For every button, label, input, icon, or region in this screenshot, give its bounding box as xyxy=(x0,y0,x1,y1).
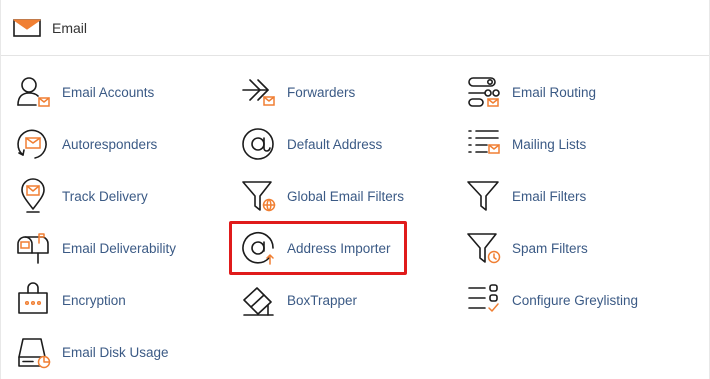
email-disk-usage-link[interactable]: Email Disk Usage xyxy=(13,330,169,374)
address-importer-link[interactable]: Address Importer xyxy=(238,226,391,270)
default-address-link[interactable]: Default Address xyxy=(238,122,382,166)
encryption-label: Encryption xyxy=(62,292,126,308)
email-deliverability-link[interactable]: Email Deliverability xyxy=(13,226,176,270)
mailing-lists-label: Mailing Lists xyxy=(512,136,587,152)
funnel-icon xyxy=(463,174,503,218)
boxtrapper-link[interactable]: BoxTrapper xyxy=(238,278,357,322)
funnel-warning-icon xyxy=(463,226,503,270)
at-sign-icon xyxy=(238,122,278,166)
track-delivery-link[interactable]: Track Delivery xyxy=(13,174,148,218)
address-importer-label: Address Importer xyxy=(287,240,391,256)
email-routing-label: Email Routing xyxy=(512,84,597,100)
global-email-filters-label: Global Email Filters xyxy=(287,188,405,204)
email-disk-usage-label: Email Disk Usage xyxy=(62,344,169,360)
checklist-icon xyxy=(463,278,503,322)
disk-usage-icon xyxy=(13,330,53,374)
routing-icon xyxy=(463,70,503,114)
default-address-label: Default Address xyxy=(287,136,383,152)
boxtrapper-label: BoxTrapper xyxy=(287,292,358,308)
email-filters-label: Email Filters xyxy=(512,188,587,204)
trap-icon xyxy=(238,278,278,322)
spam-filters-link[interactable]: Spam Filters xyxy=(463,226,588,270)
user-envelope-icon xyxy=(13,70,53,114)
global-email-filters-link[interactable]: Global Email Filters xyxy=(238,174,404,218)
section-title: Email xyxy=(52,19,88,36)
autoresponders-label: Autoresponders xyxy=(62,136,158,152)
autoresponders-link[interactable]: Autoresponders xyxy=(13,122,157,166)
spam-filters-label: Spam Filters xyxy=(512,240,588,256)
forwarders-link[interactable]: Forwarders xyxy=(238,70,355,114)
autoresponder-icon xyxy=(13,122,53,166)
funnel-globe-icon xyxy=(238,174,278,218)
at-upload-icon xyxy=(238,226,278,270)
email-accounts-label: Email Accounts xyxy=(62,84,155,100)
mailing-lists-link[interactable]: Mailing Lists xyxy=(463,122,586,166)
forwarders-label: Forwarders xyxy=(287,84,356,100)
list-envelope-icon xyxy=(463,122,503,166)
email-deliverability-label: Email Deliverability xyxy=(62,240,177,256)
track-delivery-label: Track Delivery xyxy=(62,188,148,204)
configure-greylisting-label: Configure Greylisting xyxy=(512,292,639,308)
envelope-icon xyxy=(13,18,41,38)
map-pin-envelope-icon xyxy=(13,174,53,218)
forward-arrows-icon xyxy=(238,70,278,114)
configure-greylisting-link[interactable]: Configure Greylisting xyxy=(463,278,638,322)
email-routing-link[interactable]: Email Routing xyxy=(463,70,596,114)
section-header: Email xyxy=(1,0,709,56)
encryption-link[interactable]: Encryption xyxy=(13,278,126,322)
email-filters-link[interactable]: Email Filters xyxy=(463,174,586,218)
key-card-icon xyxy=(13,278,53,322)
mailbox-icon xyxy=(13,226,53,270)
email-section-panel: Email Email Accounts Forwarders Email Ro… xyxy=(0,0,710,379)
email-accounts-link[interactable]: Email Accounts xyxy=(13,70,154,114)
